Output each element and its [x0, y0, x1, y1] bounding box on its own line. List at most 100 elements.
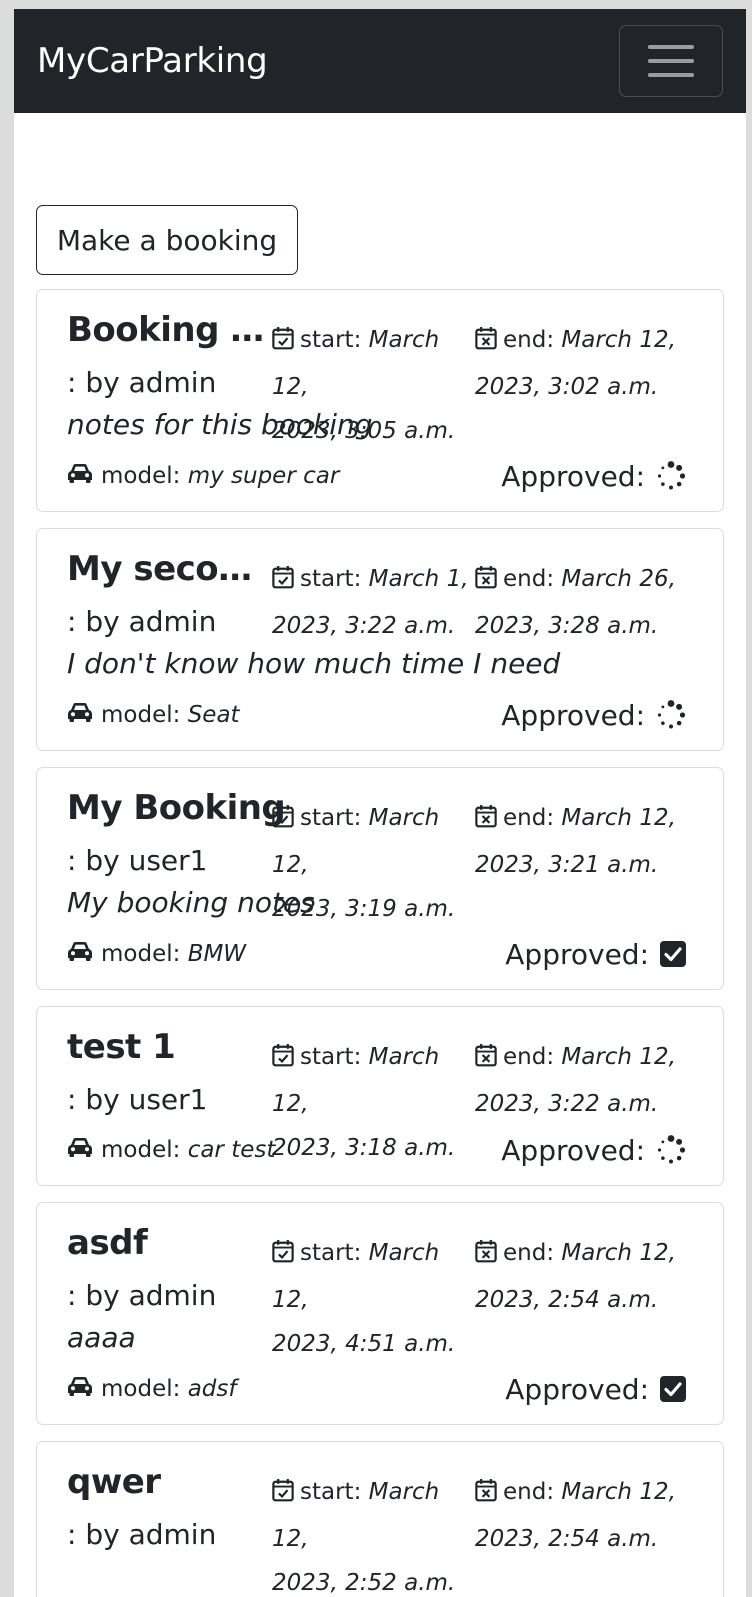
booking-list: Booking i...: by admin start: March 12, 20…	[36, 289, 724, 1597]
approval-status: Approved:	[505, 1373, 687, 1406]
end-date: March 12,	[561, 327, 676, 353]
booking-start: start: March 12, 2023, 2:52 a.m.	[272, 1470, 482, 1597]
end-label: end:	[503, 327, 562, 353]
model-value: adsf	[187, 1376, 237, 1402]
start-label: start:	[300, 566, 369, 592]
end-label: end:	[503, 1479, 562, 1505]
approval-status: Approved:	[505, 938, 687, 971]
end-label: end:	[503, 566, 562, 592]
car-model: model: my super car	[67, 462, 339, 490]
booking-author: : by admin	[67, 1279, 217, 1312]
booking-author: : by admin	[67, 366, 217, 399]
navbar: MyCarParking	[14, 9, 746, 113]
model-value: car test	[187, 1137, 276, 1163]
end-date: March 12,	[561, 805, 676, 831]
end-time: 2023, 3:21 a.m.	[475, 852, 659, 878]
calendar-check-icon	[272, 1038, 294, 1082]
end-time: 2023, 3:22 a.m.	[475, 1091, 659, 1117]
make-booking-button[interactable]: Make a booking	[36, 205, 298, 275]
start-label: start:	[300, 805, 369, 831]
model-label: model:	[101, 1376, 188, 1402]
hamburger-menu-icon	[648, 59, 694, 63]
booking-card[interactable]: test 1 : by user1 start: March 12, 2023, 3:…	[36, 1006, 724, 1186]
end-date: March 12,	[561, 1240, 676, 1266]
booking-notes: notes for this booking	[67, 408, 373, 441]
end-label: end:	[503, 1044, 562, 1070]
booking-author: : by user1	[67, 1083, 208, 1116]
end-time: 2023, 3:02 a.m.	[475, 374, 659, 400]
checkbox-checked-icon	[659, 1375, 687, 1403]
hamburger-menu-icon	[648, 73, 694, 77]
end-label: end:	[503, 1240, 562, 1266]
booking-end: end: March 26, 2023, 3:28 a.m.	[475, 557, 685, 648]
approved-label: Approved:	[501, 459, 645, 493]
calendar-x-icon	[475, 1473, 497, 1517]
spinner-icon	[655, 460, 687, 492]
booking-end: end: March 12, 2023, 3:21 a.m.	[475, 796, 685, 887]
end-time: 2023, 2:54 a.m.	[475, 1526, 659, 1552]
booking-author: : by admin	[67, 1518, 217, 1551]
end-time: 2023, 2:54 a.m.	[475, 1287, 659, 1313]
calendar-check-icon	[272, 321, 294, 365]
booking-card[interactable]: Booking i... : by admin start: March 12, 20…	[36, 289, 724, 512]
booking-card[interactable]: My Booking : by user1 start: March 12, 2023…	[36, 767, 724, 990]
car-icon	[67, 1136, 93, 1164]
booking-footer: model: adsf Approved:	[67, 1371, 687, 1407]
approved-label: Approved:	[501, 1133, 645, 1167]
approval-status: Approved:	[501, 1134, 687, 1167]
booking-end: end: March 12, 2023, 2:54 a.m.	[475, 1231, 685, 1322]
car-icon	[67, 940, 93, 968]
end-date: March 26,	[561, 566, 676, 592]
model-label: model:	[101, 941, 188, 967]
end-label: end:	[503, 805, 562, 831]
booking-footer: model: my super car Approved:	[67, 458, 687, 494]
car-icon	[67, 701, 93, 729]
approval-status: Approved:	[501, 460, 687, 493]
booking-title[interactable]: test 1	[67, 1027, 267, 1067]
spinner-icon	[655, 1134, 687, 1166]
booking-card[interactable]: asdf : by admin start: March 12, 2023, 4:51…	[36, 1202, 724, 1425]
booking-title[interactable]: My secon...	[67, 549, 267, 589]
booking-end: end: March 12, 2023, 3:22 a.m.	[475, 1035, 685, 1126]
booking-footer: model: BMW Approved:	[67, 936, 687, 972]
booking-start: start: March 12, 2023, 4:51 a.m.	[272, 1231, 482, 1366]
model-value: BMW	[187, 941, 247, 967]
car-model: model: BMW	[67, 940, 246, 968]
booking-notes: aaaa	[67, 1321, 136, 1354]
start-label: start:	[300, 1044, 369, 1070]
start-time: 2023, 3:22 a.m.	[272, 613, 456, 639]
calendar-check-icon	[272, 799, 294, 843]
spinner-icon	[655, 699, 687, 731]
booking-footer: model: car test Approved:	[67, 1132, 687, 1168]
calendar-x-icon	[475, 560, 497, 604]
calendar-check-icon	[272, 1473, 294, 1517]
start-date: March 1,	[368, 566, 469, 592]
booking-title[interactable]: asdf	[67, 1223, 267, 1263]
model-label: model:	[101, 1137, 188, 1163]
navbar-toggle-button[interactable]	[619, 25, 723, 97]
approved-label: Approved:	[505, 937, 649, 971]
hamburger-menu-icon	[648, 45, 694, 49]
booking-author: : by user1	[67, 844, 208, 877]
booking-title[interactable]: qwer	[67, 1462, 267, 1502]
checkbox-checked-icon	[659, 940, 687, 968]
booking-title[interactable]: Booking i...	[67, 310, 267, 350]
car-model: model: car test	[67, 1136, 275, 1164]
approved-label: Approved:	[505, 1372, 649, 1406]
start-label: start:	[300, 327, 369, 353]
calendar-check-icon	[272, 560, 294, 604]
booking-title[interactable]: My Booking	[67, 788, 286, 828]
brand-link[interactable]: MyCarParking	[37, 41, 268, 81]
booking-end: end: March 12, 2023, 3:02 a.m.	[475, 318, 685, 409]
booking-card[interactable]: qwer : by admin start: March 12, 2023, 2:52…	[36, 1441, 724, 1597]
end-date: March 12,	[561, 1044, 676, 1070]
end-time: 2023, 3:28 a.m.	[475, 613, 659, 639]
booking-start: start: March 1, 2023, 3:22 a.m.	[272, 557, 482, 648]
start-label: start:	[300, 1240, 369, 1266]
car-model: model: adsf	[67, 1375, 236, 1403]
app-frame: MyCarParking Make a booking Booking i...…	[14, 9, 746, 1597]
booking-notes: I don't know how much time I need	[67, 647, 561, 680]
booking-card[interactable]: My secon...: by admin start: March 1, 2023…	[36, 528, 724, 751]
approval-status: Approved:	[501, 699, 687, 732]
car-icon	[67, 1375, 93, 1403]
